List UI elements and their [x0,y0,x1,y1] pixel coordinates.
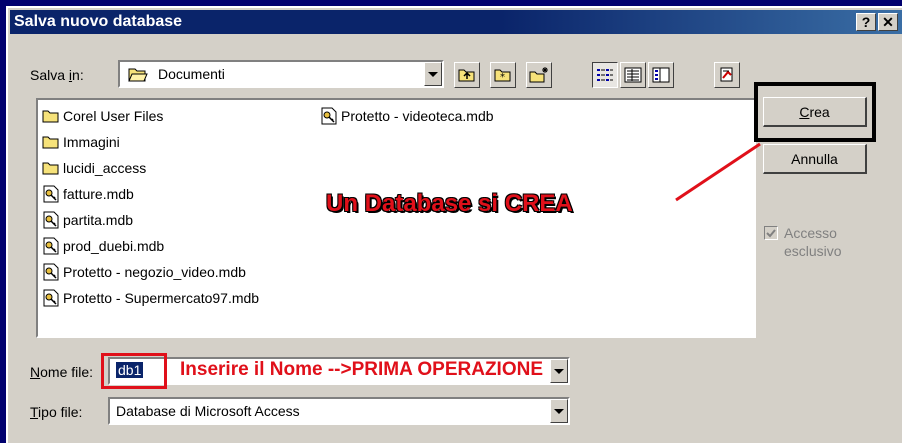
folder-icon [42,134,60,150]
file-type-dropdown-button[interactable] [550,399,568,423]
folder-open-icon [128,65,148,86]
save-in-label: Salva in: [30,67,84,83]
close-button[interactable]: ✕ [878,13,898,31]
list-item[interactable]: fatture.mdb [42,182,134,206]
desktop-button[interactable]: * [490,62,516,88]
tools-icon [720,67,733,82]
list-view-button[interactable] [592,62,618,88]
help-button[interactable]: ? [856,13,876,31]
database-file-icon [42,237,60,255]
new-folder-icon [529,67,548,83]
details-view-button[interactable] [620,62,646,88]
crea-annotation: Un Database si CREA [326,190,573,217]
list-item[interactable]: Protetto - videoteca.mdb [320,104,494,128]
preview-view-icon [652,67,670,83]
details-view-icon [624,67,642,83]
list-item[interactable]: prod_duebi.mdb [42,234,164,258]
name-annotation: Inserire il Nome -->PRIMA OPERAZIONE [180,359,544,380]
list-item[interactable]: Immagini [42,130,120,154]
file-name-dropdown-button[interactable] [550,359,568,383]
list-item[interactable]: Protetto - negozio_video.mdb [42,260,246,284]
create-new-folder-button[interactable] [526,62,552,88]
file-type-value: Database di Microsoft Access [116,403,300,419]
folder-icon [42,108,60,124]
folder-icon [42,160,60,176]
tools-button[interactable] [714,62,740,88]
list-view-icon [597,69,613,81]
check-icon [766,229,776,238]
star-folder-icon: * [494,69,511,83]
file-name-label: Nome file: [30,364,94,380]
svg-text:*: * [500,72,505,83]
save-in-combo[interactable]: Documenti [118,60,444,88]
window-title: Salva nuovo database [14,13,183,30]
list-item[interactable]: Corel User Files [42,104,163,128]
database-file-icon [42,263,60,281]
crea-button[interactable]: Crea [763,97,867,127]
database-file-icon [42,289,60,307]
file-list[interactable]: Corel User Files Immagini lucidi_access … [36,98,756,338]
save-in-dropdown-button[interactable] [424,62,442,86]
annotation-arrow [675,142,761,202]
up-one-level-button[interactable] [454,62,480,88]
list-item[interactable]: partita.mdb [42,208,133,232]
file-name-highlight-box [101,353,167,389]
title-bar: Salva nuovo database ? ✕ [10,10,902,34]
list-item[interactable]: Protetto - Supermercato97.mdb [42,286,259,310]
save-in-value: Documenti [158,66,225,82]
database-file-icon [42,185,60,203]
list-item[interactable]: lucidi_access [42,156,146,180]
chevron-down-icon [428,71,438,77]
exclusive-access-label: Accesso esclusivo [784,225,842,259]
exclusive-access-checkbox[interactable] [764,226,778,240]
database-file-icon [320,107,338,125]
file-type-label: Tipo file: [30,404,83,420]
chevron-down-icon [554,368,564,374]
file-type-combo[interactable]: Database di Microsoft Access [108,397,570,425]
chevron-down-icon [554,408,564,414]
save-database-dialog: Salva nuovo database ? ✕ Salva in: Docum… [6,6,902,443]
up-folder-icon [458,69,475,82]
properties-view-button[interactable] [648,62,674,88]
cancel-button[interactable]: Annulla [763,144,867,174]
database-file-icon [42,211,60,229]
